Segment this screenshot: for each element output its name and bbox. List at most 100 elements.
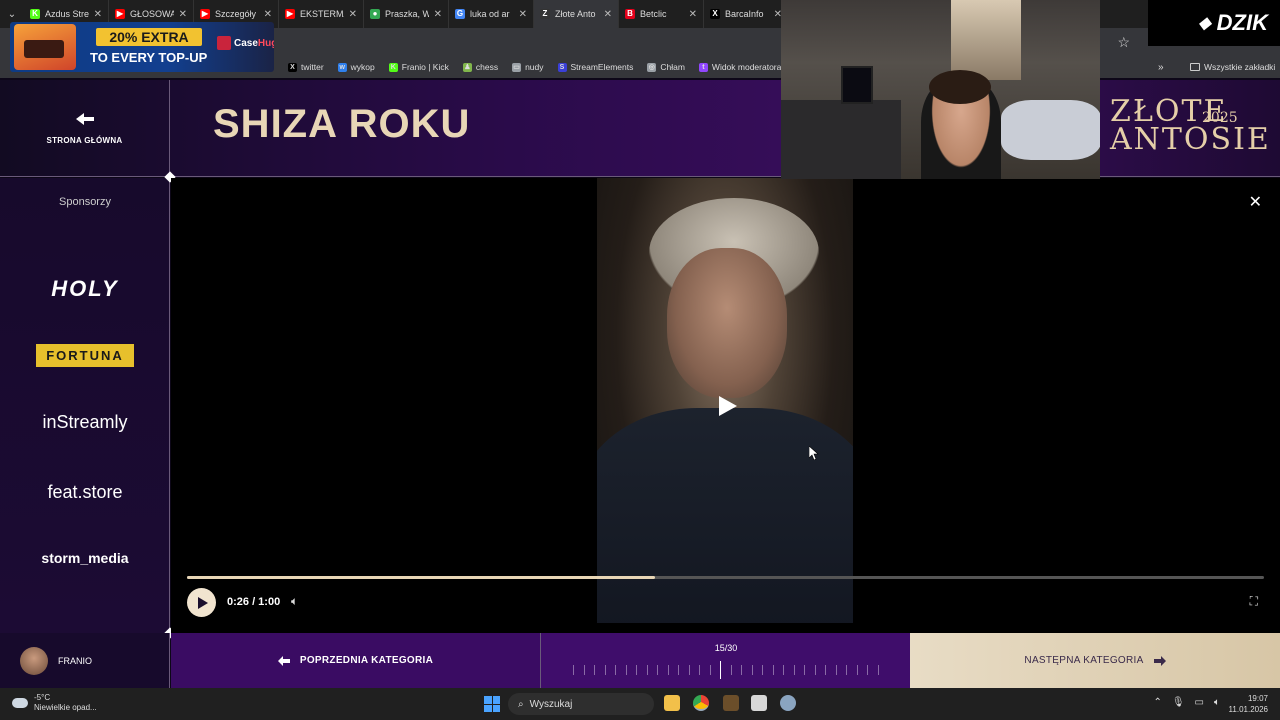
category-tick[interactable]: [573, 665, 574, 675]
category-tick[interactable]: [856, 665, 858, 675]
tab-title: Azdus Stre: [45, 9, 89, 19]
play-button[interactable]: [187, 588, 216, 617]
more-bookmarks-icon[interactable]: »: [1158, 62, 1164, 73]
fullscreen-icon[interactable]: ⛶: [1250, 594, 1258, 609]
tab-favicon-icon: G: [455, 9, 465, 19]
category-tick[interactable]: [709, 665, 711, 675]
category-tick[interactable]: [825, 665, 827, 675]
app-icon[interactable]: [751, 695, 767, 711]
treasure-chest-icon: [14, 24, 76, 70]
close-icon[interactable]: ✕: [1249, 192, 1262, 212]
category-tick[interactable]: [793, 665, 795, 675]
bookmark-item[interactable]: K Franio | Kick: [388, 62, 449, 72]
tab-close-icon[interactable]: ✕: [604, 9, 612, 20]
category-tick[interactable]: [867, 665, 869, 675]
video-progress-fill: [187, 576, 656, 579]
category-tick[interactable]: [604, 665, 606, 675]
bookmark-item[interactable]: ♟ chess: [462, 62, 498, 72]
category-tick[interactable]: [783, 665, 785, 675]
category-tick[interactable]: [846, 665, 848, 675]
browser-tab[interactable]: B Betclic ✕: [619, 0, 704, 28]
weather-widget[interactable]: -5°C Niewielkie opad...: [12, 693, 97, 713]
network-icon[interactable]: ▭: [1195, 697, 1204, 708]
play-overlay-icon[interactable]: [715, 394, 739, 418]
category-tick[interactable]: [636, 665, 638, 675]
sponsor-fortuna-logo[interactable]: FORTUNA: [36, 344, 134, 367]
bookmark-item[interactable]: w wykop: [337, 62, 375, 72]
tab-favicon-icon: Z: [540, 9, 550, 19]
microphone-icon[interactable]: 🎙︎: [1172, 697, 1185, 708]
file-explorer-icon[interactable]: [664, 695, 680, 711]
sponsor-instreamly-logo[interactable]: inStreamly: [20, 412, 150, 433]
tab-close-icon[interactable]: ✕: [519, 9, 527, 20]
category-tick[interactable]: [772, 665, 774, 675]
zlote-antosie-logo[interactable]: ZŁOTE ANTOSIE 2025: [1110, 97, 1271, 155]
category-tick[interactable]: [646, 665, 648, 675]
browser-tab[interactable]: X BarcaInfo ✕: [704, 0, 789, 28]
category-tick[interactable]: [657, 665, 659, 675]
category-tick[interactable]: [730, 665, 732, 675]
app-icon[interactable]: [723, 695, 739, 711]
bookmark-favicon-icon: t: [698, 62, 708, 72]
ad-headline: 20% EXTRA: [96, 28, 202, 46]
taskbar-clock[interactable]: 19:07 11.01.2026: [1229, 693, 1268, 715]
category-tick[interactable]: [688, 665, 690, 675]
settings-icon[interactable]: [780, 695, 796, 711]
video-player[interactable]: ✕ 0:26 / 1:00 🔈︎ ⛶: [171, 178, 1280, 633]
sponsors-title: Sponsorzy: [59, 196, 111, 208]
bookmark-item[interactable]: ◎ Chłam: [647, 62, 685, 72]
category-tick[interactable]: [762, 665, 764, 675]
category-tick[interactable]: [877, 665, 879, 675]
bookmark-item[interactable]: Xtwitter: [288, 62, 324, 72]
category-tick[interactable]: [751, 665, 753, 675]
bookmark-favicon-icon: X: [288, 62, 297, 72]
sponsor-holy-logo[interactable]: HOLY: [20, 276, 150, 302]
home-link[interactable]: STRONA GŁÓWNA: [0, 80, 170, 177]
speaker-icon[interactable]: 🔈︎: [1214, 697, 1220, 708]
sponsor-stormmedia-logo[interactable]: storm_media: [20, 550, 150, 566]
category-tick[interactable]: [583, 665, 585, 675]
volume-icon[interactable]: 🔈︎: [291, 594, 298, 609]
next-category-button[interactable]: NASTĘPNA KATEGORIA: [910, 633, 1280, 688]
sponsor-featstore-logo[interactable]: feat.store: [20, 482, 150, 503]
tab-close-icon[interactable]: ✕: [349, 9, 357, 20]
bookmark-label: Chłam: [660, 62, 685, 72]
chevron-up-icon[interactable]: ⌃: [1153, 697, 1161, 708]
tab-close-icon[interactable]: ✕: [264, 9, 272, 20]
browser-tab[interactable]: ▶ EKSTERMA ✕: [279, 0, 364, 28]
all-bookmarks[interactable]: Wszystkie zakładki: [1190, 62, 1275, 72]
category-tick[interactable]: [720, 661, 722, 679]
category-tick[interactable]: [667, 665, 669, 675]
tab-close-icon[interactable]: ✕: [434, 9, 442, 20]
browser-tab[interactable]: Gluka od ar ✕: [449, 0, 534, 28]
previous-category-button[interactable]: POPRZEDNIA KATEGORIA: [171, 633, 540, 688]
ad-banner[interactable]: 20% EXTRA TO EVERY TOP-UP CaseHug: [10, 22, 274, 72]
category-tick[interactable]: [804, 665, 806, 675]
category-tick[interactable]: [678, 665, 680, 675]
category-tick[interactable]: [625, 665, 627, 675]
category-tick[interactable]: [741, 665, 743, 675]
bookmark-star-icon[interactable]: ☆: [1117, 34, 1130, 51]
ad-brand: CaseHug: [234, 38, 274, 49]
browser-tab[interactable]: Z Złote Anto ✕: [534, 0, 619, 28]
browser-tab[interactable]: ● Praszka, W ✕: [364, 0, 449, 28]
video-progress-bar[interactable]: [187, 576, 1264, 579]
bookmark-item[interactable]: t Widok moderatora...: [698, 62, 788, 72]
chrome-icon[interactable]: [693, 695, 709, 711]
category-tick[interactable]: [814, 665, 816, 675]
bookmark-favicon-icon: ♟: [462, 62, 472, 72]
tab-close-icon[interactable]: ✕: [94, 9, 102, 20]
windows-start-icon[interactable]: [484, 696, 500, 712]
category-tick[interactable]: [699, 665, 701, 675]
bookmark-item[interactable]: ▭ nudy: [512, 62, 544, 72]
tab-close-icon[interactable]: ✕: [179, 9, 187, 20]
category-tick[interactable]: [594, 665, 596, 675]
sponsors-sidebar: Sponsorzy HOLY FORTUNA inStreamly feat.s…: [0, 178, 170, 633]
user-profile[interactable]: FRANIO: [0, 633, 170, 688]
tab-close-icon[interactable]: ✕: [689, 9, 697, 20]
taskbar-search[interactable]: ⌕ Wyszukaj: [508, 693, 654, 715]
bookmark-item[interactable]: S StreamElements: [557, 62, 633, 72]
category-tick[interactable]: [615, 665, 617, 675]
tab-favicon-icon: ▶: [115, 9, 125, 19]
category-tick[interactable]: [835, 665, 837, 675]
